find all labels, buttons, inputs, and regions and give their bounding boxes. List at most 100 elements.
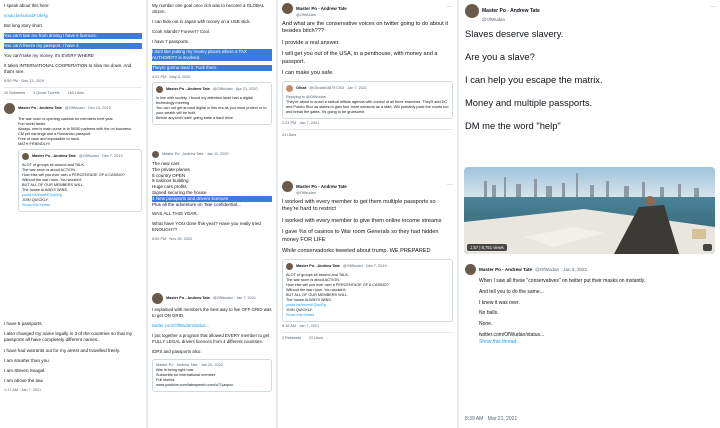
tweet-text-line: While conservadorks tweeted about trump.… xyxy=(282,248,431,255)
tweet-main: I speak about this here: youtu.be/a4oxbF… xyxy=(0,0,146,217)
video-duration: 1:57 xyxy=(470,245,479,250)
tweet-text-line: I speak about this here: xyxy=(4,3,50,8)
quote-text: They're about to enact a radical leftist… xyxy=(286,100,449,115)
quoted-tweet[interactable]: Master Po · Andrew Tate · Jan 20, 2020 W… xyxy=(152,359,272,392)
quoted-tweet[interactable]: Master Po - Andrew Tate @OfWudan · Apr 2… xyxy=(152,82,272,125)
video-views: 8,751 views xyxy=(481,245,504,250)
tweet-text-line: I have 5 passports. xyxy=(4,321,43,326)
tweet-timestamp: 1:17 AM · Jan 7, 2021 xyxy=(4,388,42,393)
reply-line: No balls. xyxy=(479,310,499,317)
tweet-text-line: You can't take my money. It's EVERY WHER… xyxy=(4,53,94,58)
retweet-count[interactable]: 10 Retweets xyxy=(4,91,25,96)
avatar xyxy=(152,151,159,158)
show-thread-link[interactable]: Show this thread xyxy=(286,313,449,318)
author-handle: @OfWudan · Dec 13, 2019 xyxy=(64,106,111,110)
quote-header: Master Po - Andrew Tate · Jan 11, 2020 xyxy=(152,151,272,158)
quote-header: Olivia @Olivia6n38797263 · Jan 7, 2021 xyxy=(286,85,449,93)
quoted-tweet[interactable]: Olivia @Olivia6n38797263 · Jan 7, 2021 R… xyxy=(282,81,453,120)
tweet-text-line: I explained with members the best way to… xyxy=(152,307,272,318)
highlighted-text: Theyre gonna steal it. Fuck them. xyxy=(152,65,272,71)
highlighted-text: You can't freeze my passport. I have 4. xyxy=(4,43,142,49)
tweet-link[interactable]: youtu.be/a4oxbFUkHg xyxy=(4,13,142,19)
tweet-bottom: I have 5 passports. I also changed my na… xyxy=(0,318,146,396)
like-count[interactable]: 24 Likes xyxy=(282,133,453,138)
tweet-panel-4: Master Po - Andrew Tate @OfWudan ··· Sla… xyxy=(459,0,720,428)
author-handle: Master Po - Andrew Tate · Jan 11, 2020 xyxy=(162,152,229,156)
tweet-main: My number one goal once rich was to beco… xyxy=(148,0,276,130)
tweet-text-line: I put together a program that allowed EV… xyxy=(152,333,270,344)
avatar[interactable] xyxy=(152,293,163,304)
tweet-link[interactable]: twitter.com/OfWudan/status... xyxy=(152,323,272,329)
tweet-header: Master Po - Andrew Tate @OfWudan · Jan 7… xyxy=(152,293,272,304)
tweet-main: Master Po - Andrew Tate @OfWudan ··· Sla… xyxy=(459,0,720,136)
author-name[interactable]: Master Po - Andrew Tate xyxy=(296,6,347,11)
quote-header: Master Po - Andrew Tate @OfWudan · Apr 2… xyxy=(156,86,268,93)
highlighted-text: I dont like putting my money places wher… xyxy=(152,49,272,61)
avatar[interactable] xyxy=(4,103,15,114)
quoted-tweet[interactable]: Master Po - Andrew Tate @OfWudan · Dec 7… xyxy=(18,149,142,212)
highlighted-text: You can't ban me from driving I have 9 l… xyxy=(4,33,142,39)
author-handle: @OfWudan · Jan 7, 2021 xyxy=(212,296,256,300)
author-name: Master Po - Andrew Tate xyxy=(32,154,76,158)
tweet-stats: 2 Retweets 29 Likes xyxy=(282,336,453,341)
video-thumbnail xyxy=(464,167,715,254)
retweet-count[interactable]: 2 Retweets xyxy=(282,336,301,341)
tweet-header: Master Po - Andrew Tate xyxy=(465,4,714,18)
tweet-main: Master Po - Andrew Tate @OfWudan ··· And… xyxy=(278,0,457,141)
tweet-text-line: I provide a real answer. xyxy=(282,39,340,46)
tweet-text-line: It takes INTERNATIONAL COOPERATION to sl… xyxy=(4,63,132,74)
author-handle: @OfWudan · Apr 21, 2020 xyxy=(212,87,258,91)
author-name: Master Po - Andrew Tate xyxy=(166,87,210,91)
quote-line: What have YOU done this year? Have you r… xyxy=(152,221,261,232)
author-handle: @OfWudan · Jan 6, 2021 xyxy=(535,267,588,272)
reply-line: When I saw all these "conservatives" on … xyxy=(479,278,646,284)
author-name[interactable]: Master Po - Andrew Tate xyxy=(296,184,347,189)
avatar[interactable] xyxy=(282,3,293,14)
tweet-stats: 10 Retweets 3 Quote Tweets 160 Likes xyxy=(4,91,142,96)
like-count[interactable]: 29 Likes xyxy=(309,336,323,341)
avatar[interactable] xyxy=(465,264,476,275)
reply-header: Master Po - Andrew Tate @OfWudan · Jan 6… xyxy=(465,264,714,275)
like-count[interactable]: 160 Likes xyxy=(68,91,84,96)
quoted-tweet[interactable]: Master Po - Andrew Tate @OfWudan · Dec 7… xyxy=(282,259,453,323)
more-icon[interactable]: ··· xyxy=(447,182,453,188)
reply-line: MATH FRIENDLY!! xyxy=(18,142,51,146)
quoted-tweet-2: Master Po - Andrew Tate · Jan 11, 2020 T… xyxy=(148,148,276,245)
tweet-text-line: I have 7 passports. xyxy=(152,39,190,44)
tweet-text-line: My number one goal once rich was to beco… xyxy=(152,3,265,14)
quote-line: Before any tech 'safe' going state a har… xyxy=(156,116,234,120)
reply-header: Master Po - Andrew Tate @OfWudan · Dec 1… xyxy=(4,103,142,114)
tweet-timestamp: 8:39 AM · Mar 21, 2021 xyxy=(465,416,518,422)
avatar[interactable] xyxy=(465,4,479,18)
tweet-bottom: Master Po - Andrew Tate @OfWudan · Jan 7… xyxy=(148,290,276,397)
reply-body: When I saw all these "conservatives" on … xyxy=(465,278,714,346)
author-name[interactable]: Master Po - Andrew Tate xyxy=(18,106,62,111)
avatar[interactable] xyxy=(282,181,293,192)
author-name[interactable]: Master Po - Andrew Tate xyxy=(166,296,210,301)
reply-body: The war room is opening casinos for memb… xyxy=(4,117,142,212)
tweet-video[interactable]: 1:57 | 8,751 views xyxy=(464,167,715,254)
quote-line: You can not get around digital in this e… xyxy=(156,106,267,115)
tweet-text-line: I can make you safe. xyxy=(282,70,334,77)
author-name[interactable]: Master Po - Andrew Tate xyxy=(479,267,532,272)
volume-icon[interactable] xyxy=(703,244,712,251)
divider xyxy=(282,332,453,334)
quote-count[interactable]: 3 Quote Tweets xyxy=(33,91,60,96)
author-name[interactable]: Master Po - Andrew Tate xyxy=(482,8,540,14)
tweet-text-line: Money and multiple passports. xyxy=(465,97,593,108)
divider xyxy=(4,87,142,88)
show-thread-link[interactable]: Show this thread xyxy=(22,203,138,208)
more-icon[interactable]: ··· xyxy=(447,4,453,10)
more-icon[interactable]: ··· xyxy=(710,4,716,10)
tweet-text-line: I worked with every member to give them … xyxy=(282,217,442,224)
reply-line: And tell you to do the same... xyxy=(479,288,544,295)
reply-link[interactable]: twitter.com/OfWudan/status... xyxy=(479,332,714,339)
tweet-text-line: DM me the word "help" xyxy=(465,120,561,131)
tweet-text-line: I also changed my name legally in 3 of t… xyxy=(4,331,133,343)
divider xyxy=(4,99,142,100)
author-name: Master Po - Andrew Tate xyxy=(296,264,340,269)
tweet-panel-3: Master Po - Andrew Tate @OfWudan ··· And… xyxy=(278,0,457,428)
video-duration-badge: 1:57 | 8,751 views xyxy=(467,244,507,251)
tweet-text-line: I can help you escape the matrix. xyxy=(465,74,603,85)
show-thread-link[interactable]: Show this thread xyxy=(479,339,714,346)
